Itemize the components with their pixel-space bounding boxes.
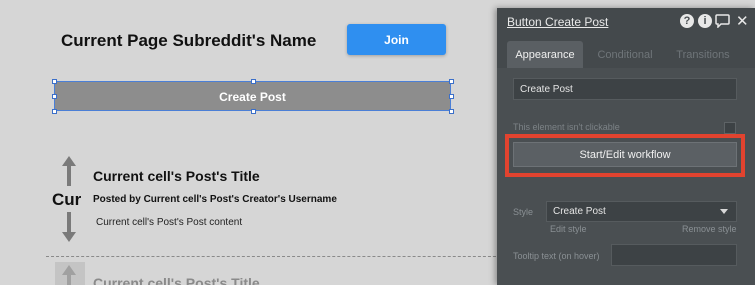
post-content-text[interactable]: Current cell's Post's Post content (96, 217, 242, 228)
resize-handle-top-left[interactable] (52, 79, 57, 84)
edit-style-link[interactable]: Edit style (550, 224, 587, 234)
workflow-highlight-box (505, 134, 745, 177)
resize-handle-bottom-right[interactable] (449, 109, 454, 114)
post-title-text[interactable]: Current cell's Post's Title (93, 168, 260, 184)
tab-conditional[interactable]: Conditional (589, 41, 661, 68)
chevron-down-icon (720, 209, 728, 214)
panel-tabs: Appearance Conditional Transitions (497, 36, 755, 68)
style-label: Style (513, 207, 534, 217)
downvote-arrow-icon[interactable] (61, 211, 77, 243)
join-button[interactable]: Join (347, 24, 446, 55)
vote-count-text[interactable]: Cur (52, 190, 81, 210)
tab-transitions[interactable]: Transitions (669, 41, 737, 68)
comment-icon[interactable] (715, 14, 730, 28)
style-select[interactable]: Create Post (546, 201, 737, 222)
next-upvote-arrow-icon (62, 265, 76, 285)
upvote-arrow-icon[interactable] (61, 155, 77, 187)
tab-appearance[interactable]: Appearance (507, 41, 583, 68)
cell-divider (46, 256, 506, 257)
remove-style-link[interactable]: Remove style (682, 224, 737, 234)
page-title[interactable]: Current Page Subreddit's Name (61, 31, 316, 51)
resize-handle-middle-right[interactable] (449, 94, 454, 99)
help-icon[interactable]: ? (680, 14, 694, 28)
panel-title[interactable]: Button Create Post (507, 15, 608, 29)
create-post-button[interactable]: Create Post (54, 82, 451, 111)
button-text-field[interactable]: Create Post (513, 78, 737, 100)
tooltip-label: Tooltip text (on hover) (513, 251, 600, 261)
resize-handle-bottom-left[interactable] (52, 109, 57, 114)
resize-handle-top-right[interactable] (449, 79, 454, 84)
not-clickable-checkbox[interactable] (724, 122, 736, 134)
panel-header[interactable]: Button Create Post ? i ✕ (497, 8, 755, 36)
close-icon[interactable]: ✕ (736, 12, 749, 30)
next-post-title-text: Current cell's Post's Title (93, 275, 260, 285)
resize-handle-bottom-middle[interactable] (251, 109, 256, 114)
post-creator-text[interactable]: Posted by Current cell's Post's Creator'… (93, 194, 337, 205)
info-icon[interactable]: i (698, 14, 712, 28)
resize-handle-middle-left[interactable] (52, 94, 57, 99)
not-clickable-label: This element isn't clickable (513, 122, 620, 132)
resize-handle-top-middle[interactable] (251, 79, 256, 84)
style-select-value: Create Post (553, 206, 606, 217)
tooltip-input[interactable] (611, 244, 737, 266)
